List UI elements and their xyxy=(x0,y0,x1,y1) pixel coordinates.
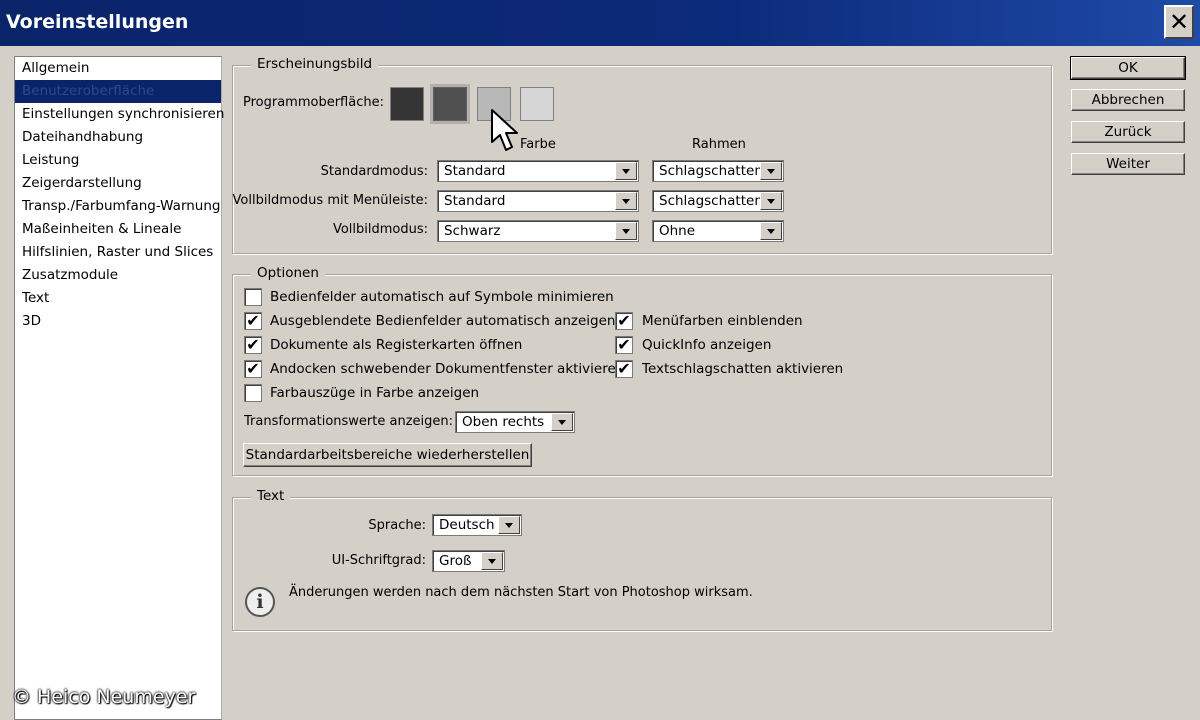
standard-mode-color-select[interactable]: Standard xyxy=(437,160,639,182)
chevron-down-icon[interactable] xyxy=(615,192,637,210)
theme-label: Programmoberfläche: xyxy=(243,95,384,110)
copyright-watermark: © Heico Neumeyer xyxy=(12,686,196,708)
ui-font-size-label: UI-Schriftgrad: xyxy=(331,553,426,568)
language-label: Sprache: xyxy=(368,518,426,533)
sidebar-item-hilfslinien[interactable]: Hilfslinien, Raster und Slices xyxy=(15,241,221,264)
restore-workspaces-button[interactable]: Standardarbeitsbereiche wiederherstellen xyxy=(243,443,532,467)
title-bar: Voreinstellungen xyxy=(0,0,1200,46)
sidebar-item-leistung[interactable]: Leistung xyxy=(15,149,221,172)
checkbox-tooltips[interactable]: ✔ xyxy=(615,336,633,354)
sidebar-item-einstellungen-synchronisieren[interactable]: Einstellungen synchronisieren xyxy=(15,103,224,126)
transform-values-label: Transformationswerte anzeigen: xyxy=(244,414,454,429)
ok-button[interactable]: OK xyxy=(1070,56,1186,80)
fullscreen-label: Vollbildmodus: xyxy=(332,222,428,237)
sidebar-item-allgemein[interactable]: Allgemein xyxy=(15,57,221,80)
next-button[interactable]: Weiter xyxy=(1071,153,1185,175)
checkbox-auto-minimize[interactable] xyxy=(244,288,262,306)
select-value: Standard xyxy=(444,163,506,179)
chevron-down-icon[interactable] xyxy=(498,516,520,534)
cancel-button[interactable]: Abbrechen xyxy=(1071,89,1185,111)
restart-notice: Änderungen werden nach dem nächsten Star… xyxy=(289,585,753,600)
checkbox-menu-colors[interactable]: ✔ xyxy=(615,312,633,330)
checkbox-label: Dokumente als Registerkarten öffnen xyxy=(270,337,523,353)
theme-swatch-darkest[interactable] xyxy=(390,87,424,121)
fullscreen-menu-label: Vollbildmodus mit Menüleiste: xyxy=(232,193,428,208)
transform-values-select[interactable]: Oben rechts xyxy=(455,411,575,433)
close-icon: ✕ xyxy=(1168,8,1190,36)
select-value: Standard xyxy=(444,193,506,209)
chevron-down-icon[interactable] xyxy=(481,552,503,570)
chevron-down-icon[interactable] xyxy=(760,222,782,240)
category-list: Allgemein Benutzeroberfläche Einstellung… xyxy=(14,56,224,720)
sidebar-item-3d[interactable]: 3D xyxy=(15,310,221,333)
theme-swatch-dark[interactable] xyxy=(433,87,467,121)
chevron-down-icon[interactable] xyxy=(551,413,573,431)
sidebar-item-transparenz[interactable]: Transp./Farbumfang-Warnung xyxy=(15,195,221,218)
checkbox-label: QuickInfo anzeigen xyxy=(642,337,772,353)
chevron-down-icon[interactable] xyxy=(615,162,637,180)
select-value: Groß xyxy=(439,553,472,569)
checkbox-label: Textschlagschatten aktivieren xyxy=(642,361,844,377)
select-value: Ohne xyxy=(659,223,696,239)
sidebar-item-benutzeroberflaeche[interactable]: Benutzeroberfläche xyxy=(15,80,221,103)
fullscreen-border-select[interactable]: Ohne xyxy=(652,220,784,242)
options-legend: Optionen xyxy=(251,265,325,281)
back-button[interactable]: Zurück xyxy=(1071,121,1185,143)
checkbox-open-as-tabs[interactable]: ✔ xyxy=(244,336,262,354)
column-header-color: Farbe xyxy=(520,137,556,152)
text-legend: Text xyxy=(251,488,291,504)
fullscreen-menu-color-select[interactable]: Standard xyxy=(437,190,639,212)
sidebar-item-text[interactable]: Text xyxy=(15,287,221,310)
checkbox-label: Ausgeblendete Bedienfelder automatisch a… xyxy=(270,313,616,329)
select-value: Deutsch xyxy=(439,517,495,533)
select-value: Oben rechts xyxy=(462,414,545,430)
language-select[interactable]: Deutsch xyxy=(432,514,522,536)
sidebar-item-zeigerdarstellung[interactable]: Zeigerdarstellung xyxy=(15,172,221,195)
select-value: Schlagschatten xyxy=(659,163,763,179)
chevron-down-icon[interactable] xyxy=(760,162,782,180)
checkbox-label: Farbauszüge in Farbe anzeigen xyxy=(270,385,480,401)
checkbox-text-shadow[interactable]: ✔ xyxy=(615,360,633,378)
checkbox-auto-show-hidden[interactable]: ✔ xyxy=(244,312,262,330)
checkbox-color-channels[interactable] xyxy=(244,384,262,402)
fullscreen-color-select[interactable]: Schwarz xyxy=(437,220,639,242)
standard-mode-label: Standardmodus: xyxy=(320,164,428,179)
select-value: Schwarz xyxy=(444,223,501,239)
select-value: Schlagschatten xyxy=(659,193,763,209)
theme-swatch-light[interactable] xyxy=(520,87,554,121)
sidebar-item-masseinheiten[interactable]: Maßeinheiten & Lineale xyxy=(15,218,221,241)
checkbox-label: Andocken schwebender Dokumentfenster akt… xyxy=(270,361,625,377)
chevron-down-icon[interactable] xyxy=(615,222,637,240)
ui-font-size-select[interactable]: Groß xyxy=(432,550,505,572)
checkbox-floating-docking[interactable]: ✔ xyxy=(244,360,262,378)
info-icon: i xyxy=(245,587,275,617)
mouse-pointer-icon xyxy=(491,109,518,151)
close-button[interactable]: ✕ xyxy=(1164,5,1194,39)
chevron-down-icon[interactable] xyxy=(760,192,782,210)
sidebar-item-zusatzmodule[interactable]: Zusatzmodule xyxy=(15,264,221,287)
checkbox-label: Menüfarben einblenden xyxy=(642,313,803,329)
appearance-legend: Erscheinungsbild xyxy=(251,56,379,72)
fullscreen-menu-border-select[interactable]: Schlagschatten xyxy=(652,190,784,212)
standard-mode-border-select[interactable]: Schlagschatten xyxy=(652,160,784,182)
column-header-border: Rahmen xyxy=(692,137,746,152)
window-title: Voreinstellungen xyxy=(6,11,189,33)
checkbox-label: Bedienfelder automatisch auf Symbole min… xyxy=(270,289,614,305)
sidebar-item-dateihandhabung[interactable]: Dateihandhabung xyxy=(15,126,221,149)
